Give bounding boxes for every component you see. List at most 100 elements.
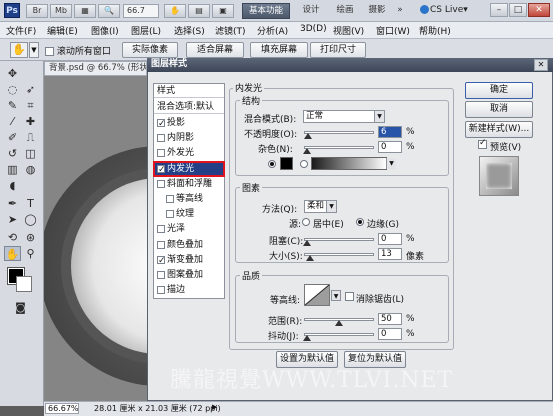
document-tab[interactable]: 背景.psd @ 66.7% (形状 (44, 61, 147, 76)
gradient-radio[interactable] (300, 160, 308, 168)
checkbox-icon[interactable] (157, 254, 166, 268)
opacity-slider[interactable] (304, 131, 374, 134)
background-color-swatch[interactable] (16, 276, 32, 292)
checkbox-icon[interactable] (157, 285, 165, 294)
style-item[interactable]: 描边 (154, 283, 224, 297)
move-tool-icon[interactable]: ✥ (4, 66, 21, 81)
menu-select[interactable]: 选择(S) (174, 24, 205, 37)
preview-checkbox[interactable] (478, 138, 487, 150)
choke-input[interactable]: 0 (378, 233, 402, 245)
zoom-tool-icon[interactable]: ⚲ (22, 246, 39, 261)
fit-screen-button[interactable]: 适合屏幕 (186, 42, 244, 58)
checkbox-icon[interactable] (157, 163, 166, 177)
checkbox-icon[interactable] (157, 148, 165, 157)
checkbox-icon[interactable] (157, 117, 166, 131)
hand-view-icon[interactable]: ✋ (164, 4, 186, 18)
checkbox-icon[interactable] (166, 209, 174, 218)
gradient-tool-icon[interactable]: ▥ (4, 162, 21, 177)
checkbox-icon[interactable] (157, 224, 165, 233)
dialog-close-icon[interactable]: ✕ (534, 59, 548, 71)
checkbox-icon[interactable] (157, 133, 165, 142)
healing-brush-icon[interactable]: ✚ (22, 114, 39, 129)
menu-analysis[interactable]: 分析(A) (257, 24, 288, 37)
workspace-essentials-button[interactable]: 基本功能 (242, 3, 290, 19)
size-input[interactable]: 13 (378, 248, 402, 260)
close-button[interactable]: ✕ (528, 3, 550, 17)
menu-window[interactable]: 窗口(W) (376, 24, 410, 37)
workspace-photography-button[interactable]: 摄影 (362, 3, 392, 19)
anti-alias-checkbox[interactable] (345, 292, 354, 302)
arrange-documents-icon[interactable]: ▤ (188, 4, 210, 18)
document-canvas[interactable] (39, 76, 279, 401)
style-item[interactable]: 颜色叠加 (154, 238, 224, 252)
print-size-button[interactable]: 打印尺寸 (310, 42, 366, 58)
status-zoom-field[interactable]: 66.67% (45, 403, 79, 414)
blur-tool-icon[interactable]: ◍ (22, 162, 39, 177)
source-center-radio[interactable] (302, 218, 310, 226)
brush-tool-icon[interactable]: ✐ (4, 130, 21, 145)
noise-slider-thumb[interactable] (303, 148, 311, 154)
maximize-button[interactable]: □ (509, 3, 527, 17)
workspace-design-button[interactable]: 设计 (296, 3, 326, 19)
cancel-button[interactable]: 取消 (465, 101, 533, 118)
cs-live-menu[interactable]: CS Live▾ (430, 5, 468, 15)
source-edge-radio[interactable] (356, 218, 364, 226)
marquee-tool-icon[interactable]: ◌ (4, 82, 21, 97)
noise-slider[interactable] (304, 146, 374, 149)
size-slider-thumb[interactable] (306, 255, 314, 261)
view-extras-icon[interactable]: ▦ (74, 4, 96, 18)
style-item[interactable]: 等高线 (154, 192, 224, 206)
opacity-input[interactable]: 6 (378, 126, 402, 138)
menu-file[interactable]: 文件(F) (6, 24, 36, 37)
menu-image[interactable]: 图像(I) (91, 24, 119, 37)
style-item[interactable]: 外发光 (154, 146, 224, 160)
zoom-level-icon[interactable]: 🔍 (98, 4, 120, 18)
zoom-level-field[interactable]: 66.7 (123, 4, 159, 18)
bridge-icon[interactable]: Br (26, 4, 48, 18)
styles-header[interactable]: 样式 (154, 84, 224, 98)
checkbox-icon[interactable] (157, 240, 165, 249)
menu-view[interactable]: 视图(V) (333, 24, 364, 37)
menu-3d[interactable]: 3D(D) (300, 24, 327, 34)
tool-preset-dropdown[interactable]: ▼ (29, 42, 39, 58)
history-brush-icon[interactable]: ↺ (4, 146, 21, 161)
3d-rotate-tool-icon[interactable]: ⟲ (4, 230, 21, 245)
minimize-button[interactable]: – (490, 3, 508, 17)
range-slider-thumb[interactable] (335, 320, 343, 326)
hand-tool-panel-icon[interactable]: ✋ (4, 246, 21, 261)
ok-button[interactable]: 确定 (465, 82, 533, 99)
blend-mode-select[interactable]: 正常 (303, 110, 385, 123)
contour-dropdown-icon[interactable]: ▼ (331, 290, 341, 301)
style-item[interactable]: 内发光 (153, 161, 225, 177)
style-item[interactable]: 光泽 (154, 222, 224, 236)
lasso-tool-icon[interactable]: ➶ (22, 82, 39, 97)
checkbox-icon[interactable] (166, 194, 174, 203)
menu-edit[interactable]: 编辑(E) (47, 24, 78, 37)
gradient-picker[interactable] (311, 157, 387, 170)
contour-picker[interactable] (304, 284, 330, 306)
workspace-painting-button[interactable]: 绘画 (330, 3, 360, 19)
style-item[interactable]: 斜面和浮雕 (154, 177, 224, 191)
shape-tool-icon[interactable]: ◯ (22, 212, 39, 227)
checkbox-icon[interactable] (157, 270, 165, 279)
choke-slider-thumb[interactable] (303, 240, 311, 246)
fill-screen-button[interactable]: 填充屏幕 (250, 42, 308, 58)
jitter-input[interactable]: 0 (378, 328, 402, 340)
blending-options-item[interactable]: 混合选项:默认 (154, 100, 224, 114)
noise-input[interactable]: 0 (378, 141, 402, 153)
gradient-dropdown-icon[interactable]: ▼ (386, 158, 396, 169)
stamp-tool-icon[interactable]: ⎍ (22, 130, 39, 145)
screen-mode-icon[interactable]: ▣ (212, 4, 234, 18)
choke-slider[interactable] (304, 238, 374, 241)
new-style-button[interactable]: 新建样式(W)... (465, 121, 533, 138)
dodge-tool-icon[interactable]: ◖ (4, 178, 21, 193)
style-item[interactable]: 图案叠加 (154, 268, 224, 282)
menu-filter[interactable]: 滤镜(T) (215, 24, 246, 37)
path-select-tool-icon[interactable]: ➤ (4, 212, 21, 227)
checkbox-icon[interactable] (157, 179, 165, 188)
hand-tool-icon[interactable]: ✋ (10, 42, 28, 58)
eyedropper-tool-icon[interactable]: ⁄ (4, 114, 21, 129)
minibridge-icon[interactable]: Mb (50, 4, 72, 18)
range-input[interactable]: 50 (378, 313, 402, 325)
actual-pixels-button[interactable]: 实际像素 (122, 42, 178, 58)
